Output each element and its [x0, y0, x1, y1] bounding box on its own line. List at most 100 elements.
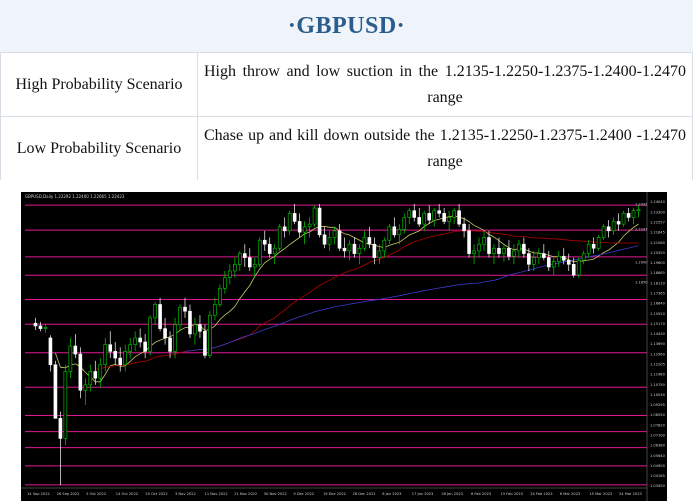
candle-body — [292, 213, 297, 222]
candle-body — [512, 250, 516, 257]
x-tick-label: 9 Dec 2022 — [293, 492, 314, 496]
x-tick-label: 24 Feb 2023 — [530, 492, 552, 496]
candle-body — [68, 345, 73, 372]
candle-body — [472, 250, 476, 254]
candle-body — [312, 207, 317, 225]
candle-body — [487, 237, 491, 254]
candle-body — [252, 263, 257, 268]
candle-body — [606, 226, 611, 232]
candle-body — [576, 259, 581, 276]
candle-body — [547, 257, 551, 268]
y-tick-label: 1.11480 — [650, 373, 666, 377]
y-tick-label: 1.17365 — [650, 291, 665, 295]
level-price-label: 1.2432 — [635, 203, 648, 207]
candle-body — [417, 217, 422, 225]
candle-body — [467, 230, 471, 254]
candle-body — [43, 326, 48, 329]
x-tick-label: 15 Feb 2023 — [501, 492, 523, 496]
candle-body — [372, 243, 377, 258]
x-tick-label: 5 Oct 2022 — [86, 492, 106, 496]
candle-body — [317, 207, 322, 236]
candle-body — [611, 221, 616, 232]
candle-body — [412, 210, 417, 218]
candle-body — [83, 384, 88, 391]
level-price-label: 1.2247 — [635, 227, 648, 231]
y-tick-label: 1.03450 — [650, 484, 666, 488]
y-tick-label: 1.05640 — [650, 454, 666, 458]
candle-body — [402, 217, 407, 230]
candle-body — [243, 253, 247, 258]
candle-body — [497, 247, 501, 254]
candle-body — [571, 263, 576, 276]
candle-body — [382, 239, 387, 252]
y-tick-label: 1.06380 — [650, 444, 666, 448]
candle-body — [118, 357, 123, 366]
x-tick-label: 6 Mar 2023 — [560, 492, 581, 496]
candle-body — [556, 255, 561, 262]
candle-body — [462, 223, 466, 232]
candle-body — [198, 324, 202, 332]
candle-body — [397, 229, 402, 236]
x-tick-label: 30 Nov 2022 — [264, 492, 287, 496]
candle-body — [203, 330, 207, 356]
y-tick-label: 1.14430 — [650, 332, 666, 336]
y-tick-label: 1.07820 — [650, 423, 666, 427]
candle-body — [322, 234, 327, 245]
candle-body — [377, 250, 382, 258]
candle-body — [133, 337, 137, 345]
candle-body — [48, 337, 53, 366]
y-tick-label: 1.12960 — [650, 352, 666, 356]
y-tick-label: 1.15920 — [650, 312, 666, 316]
candle-body — [158, 304, 162, 329]
candle-body — [357, 247, 362, 254]
candle-body — [492, 247, 496, 254]
candle-body — [631, 210, 636, 218]
candle-body — [482, 237, 486, 245]
x-tick-label: 25 Oct 2022 — [145, 492, 167, 496]
candle-body — [238, 253, 242, 265]
y-tick-label: 1.15170 — [650, 322, 666, 326]
x-tick-label: 14 Oct 2022 — [116, 492, 138, 496]
candle-body — [427, 213, 431, 221]
candle-body — [108, 344, 113, 352]
candle-body — [153, 304, 157, 319]
candle-body — [591, 243, 596, 249]
candle-body — [58, 418, 63, 439]
level-price-label: 1.1850 — [635, 281, 648, 285]
candle-body — [247, 257, 252, 268]
candle-body — [407, 210, 412, 218]
candle-body — [387, 226, 392, 241]
candle-body — [551, 261, 556, 268]
candle-body — [452, 210, 456, 218]
y-tick-label: 1.20350 — [650, 251, 666, 255]
y-tick-label: 1.18865 — [650, 271, 665, 275]
candle-body — [367, 237, 372, 245]
y-tick-label: 1.04165 — [650, 474, 665, 478]
y-tick-label: 1.19600 — [650, 261, 666, 265]
candle-body — [103, 344, 108, 366]
candle-body — [78, 353, 83, 391]
candle-body — [213, 304, 217, 316]
candle-body — [93, 371, 98, 379]
candle-body — [277, 226, 282, 249]
candle-body — [208, 314, 212, 356]
candle-body — [228, 270, 232, 278]
candle-body — [88, 371, 93, 386]
candle-body — [128, 344, 132, 352]
candle-body — [337, 230, 342, 249]
x-tick-label: 26 Sep 2022 — [57, 492, 80, 496]
candle-body — [636, 209, 641, 212]
title-bar: ·GBPUSD· — [0, 0, 693, 53]
candle-body — [581, 253, 586, 261]
candle-body — [332, 230, 337, 238]
candle-body — [98, 364, 103, 379]
y-tick-label: 1.09295 — [650, 403, 665, 407]
candle-body — [542, 253, 546, 258]
candle-body — [307, 223, 312, 228]
candle-body — [626, 213, 631, 218]
x-tick-label: 11 Nov 2022 — [205, 492, 228, 496]
y-tick-label: 1.23300 — [650, 210, 666, 214]
candle-body — [352, 243, 357, 254]
candle-body — [168, 337, 172, 352]
candle-body — [522, 243, 526, 254]
